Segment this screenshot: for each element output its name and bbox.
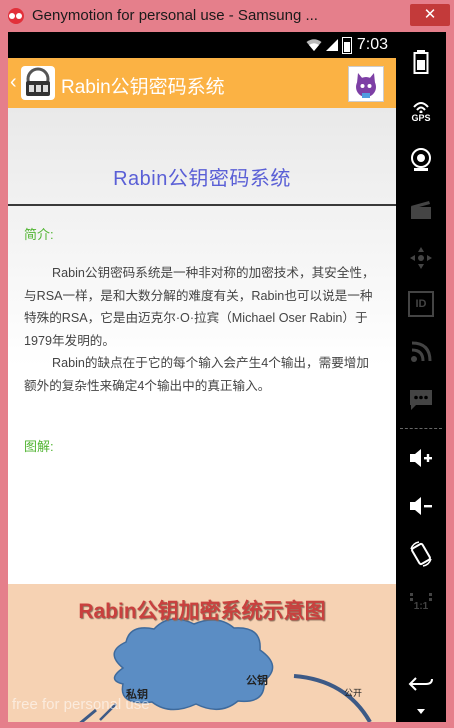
app-logo-icon[interactable] bbox=[21, 66, 55, 100]
webcam-widget-button[interactable] bbox=[396, 140, 446, 180]
toolbar-separator bbox=[400, 428, 442, 429]
volume-up-icon bbox=[410, 449, 432, 467]
gps-widget-button[interactable]: GPS bbox=[396, 92, 446, 132]
device-id-button: ID bbox=[396, 284, 446, 324]
rotate-button[interactable] bbox=[396, 534, 446, 574]
genymotion-logo-icon bbox=[8, 8, 24, 24]
id-icon: ID bbox=[408, 291, 434, 317]
watermark: free for personal use bbox=[12, 696, 150, 713]
network-button bbox=[396, 332, 446, 372]
public-key-label: 公钥 bbox=[246, 674, 268, 687]
battery-status-icon bbox=[342, 37, 352, 54]
signal-icon bbox=[326, 39, 338, 51]
title-divider bbox=[8, 204, 396, 206]
gps-label: GPS bbox=[411, 113, 431, 123]
intro-paragraph-2: Rabin的缺点在于它的每个输入会产生4个输出，需要增加额外的复杂性来确定4个输… bbox=[24, 356, 369, 393]
sms-icon bbox=[410, 390, 432, 410]
screencast-button bbox=[396, 190, 446, 230]
content-scroll-area[interactable]: Rabin公钥密码系统 简介: Rabin公钥密码系统是一种非对称的加密技术，其… bbox=[8, 108, 396, 722]
back-button[interactable] bbox=[396, 664, 446, 704]
sms-button bbox=[396, 380, 446, 420]
emulator-toolbar: GPS ID 1:1 bbox=[396, 32, 446, 722]
volume-up-button[interactable] bbox=[396, 438, 446, 478]
close-button[interactable]: ✕ bbox=[410, 4, 450, 26]
diagram-label: 图解: bbox=[24, 439, 54, 454]
window-title: Genymotion for personal use - Samsung ..… bbox=[32, 7, 318, 24]
scale-label: 1:1 bbox=[413, 600, 429, 612]
webcam-icon bbox=[411, 148, 431, 171]
device-screen: 7:03 ‹ Rabin公钥密码系统 Rabin公钥密码系统 简介: Rabin… bbox=[8, 32, 396, 722]
volume-down-icon bbox=[410, 497, 432, 515]
wifi-icon bbox=[306, 39, 322, 51]
intro-paragraph-1: Rabin公钥密码系统是一种非对称的加密技术，其安全性，与RSA一样，是和大数分… bbox=[24, 266, 375, 348]
back-icon bbox=[408, 677, 433, 691]
battery-icon bbox=[413, 50, 429, 74]
action-bar: ‹ Rabin公钥密码系统 bbox=[8, 58, 396, 108]
rotate-icon bbox=[410, 541, 432, 567]
diagram-title: Rabin公钥加密系统示意图 bbox=[78, 600, 326, 623]
battery-widget-button[interactable] bbox=[396, 42, 446, 82]
pixel-perfect-button: 1:1 bbox=[396, 582, 446, 622]
intro-label: 简介: bbox=[24, 227, 54, 242]
github-cat-avatar-icon[interactable] bbox=[348, 66, 384, 102]
dpad-button bbox=[396, 238, 446, 278]
back-chevron-icon[interactable]: ‹ bbox=[10, 71, 17, 94]
clapperboard-icon bbox=[411, 201, 431, 219]
dpad-icon bbox=[410, 247, 432, 269]
pixel-perfect-icon bbox=[410, 592, 432, 601]
publish-label: 公开 bbox=[344, 688, 363, 698]
action-bar-title: Rabin公钥密码系统 bbox=[61, 77, 225, 98]
window-titlebar: Genymotion for personal use - Samsung ..… bbox=[0, 0, 454, 32]
status-time: 7:03 bbox=[356, 36, 388, 53]
gps-icon bbox=[413, 102, 429, 113]
rss-icon bbox=[411, 341, 432, 362]
scroll-down-arrow-icon[interactable] bbox=[417, 709, 425, 714]
page-title: Rabin公钥密码系统 bbox=[113, 168, 291, 190]
volume-down-button[interactable] bbox=[396, 486, 446, 526]
status-bar: 7:03 bbox=[8, 32, 396, 58]
